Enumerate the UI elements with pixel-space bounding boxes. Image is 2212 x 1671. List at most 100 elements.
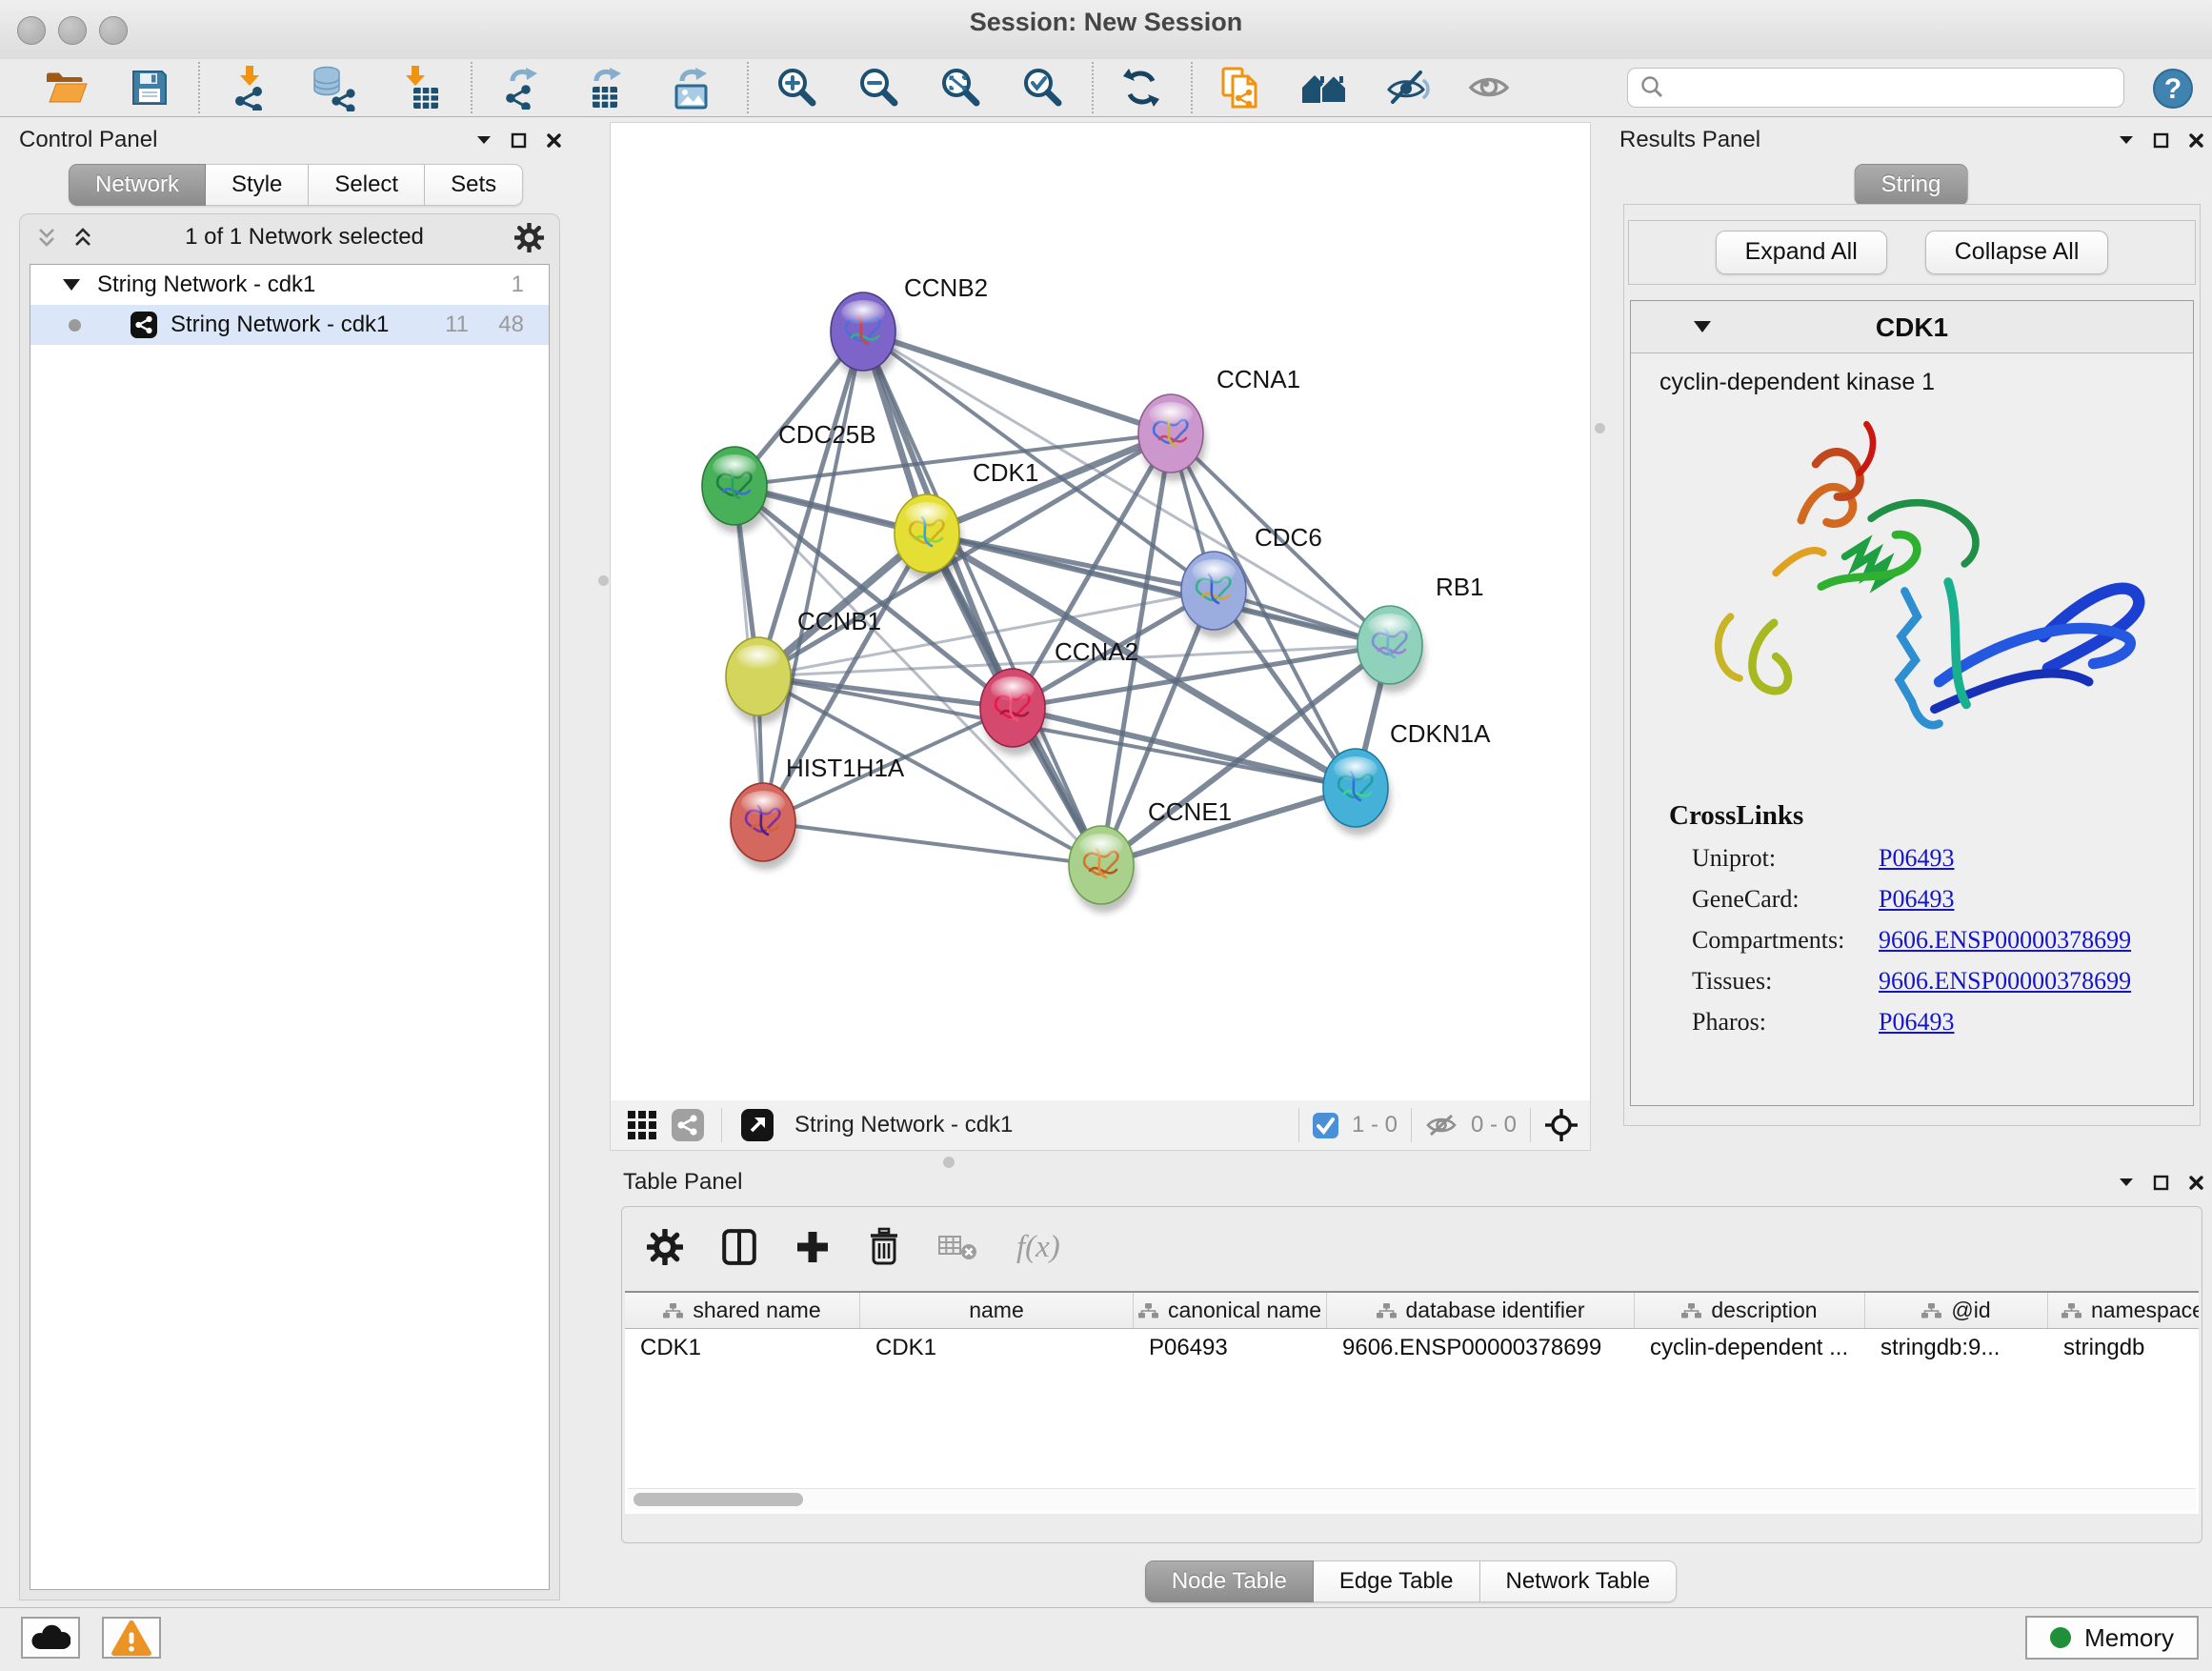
- panel-close-icon[interactable]: [2188, 132, 2204, 149]
- tab-network[interactable]: Network: [69, 164, 206, 206]
- zoom-selected-icon[interactable]: [1021, 67, 1063, 109]
- import-network-icon[interactable]: [229, 65, 271, 111]
- cell-database-identifier: 9606.ENSP00000378699: [1327, 1335, 1635, 1361]
- import-network-database-icon[interactable]: [311, 64, 356, 111]
- column-namespace-icon: [1921, 1303, 1941, 1319]
- toolbar-separator: [1191, 62, 1193, 113]
- node-label-hist1h1a: HIST1H1A: [786, 754, 905, 782]
- network-collection-row[interactable]: String Network - cdk1 1: [30, 265, 549, 305]
- panel-menu-icon[interactable]: [2119, 1178, 2134, 1187]
- selected-checkbox-icon[interactable]: [1313, 1113, 1338, 1138]
- function-builder-icon: f(x): [1016, 1230, 1060, 1265]
- column-header-canonical-name[interactable]: canonical name: [1134, 1293, 1327, 1328]
- network-row-selected[interactable]: String Network - cdk1 11 48: [30, 305, 549, 345]
- tab-network-table[interactable]: Network Table: [1480, 1560, 1678, 1602]
- cloud-status-button[interactable]: [21, 1617, 80, 1659]
- crosslink-row-uniprot: Uniprot: P06493: [1692, 844, 2193, 873]
- protein-card-header[interactable]: CDK1: [1631, 301, 2193, 353]
- table-settings-gear-icon[interactable]: [647, 1229, 683, 1265]
- tab-sets[interactable]: Sets: [425, 164, 523, 206]
- expand-all-button[interactable]: Expand All: [1716, 231, 1887, 274]
- table-row[interactable]: CDK1 CDK1 P06493 9606.ENSP00000378699 cy…: [625, 1329, 2199, 1367]
- panel-menu-icon[interactable]: [476, 135, 492, 145]
- network-graph[interactable]: CCNB2CCNA1CDC25BCDK1CDC6RB1CCNB1CCNA2CDK…: [611, 123, 1590, 1098]
- network-list: String Network - cdk1 1 String Network -…: [30, 264, 550, 1590]
- column-header-id[interactable]: @id: [1865, 1293, 2048, 1328]
- panel-float-icon[interactable]: [511, 132, 527, 149]
- scrollbar-thumb[interactable]: [633, 1493, 803, 1506]
- delete-column-trash-icon[interactable]: [868, 1227, 900, 1267]
- left-divider-handle[interactable]: [598, 575, 609, 586]
- expand-all-networks-icon[interactable]: [71, 228, 94, 248]
- network-edge-ccnb2-ccne1[interactable]: [863, 332, 1101, 865]
- horizontal-scrollbar[interactable]: [628, 1488, 2196, 1510]
- panel-float-icon[interactable]: [2153, 132, 2169, 149]
- panel-float-icon[interactable]: [2153, 1175, 2169, 1191]
- help-icon[interactable]: ?: [2151, 67, 2195, 111]
- network-edge-ccnb1-ccna2[interactable]: [758, 676, 1013, 708]
- first-neighbors-icon[interactable]: [1299, 69, 1349, 107]
- memory-button[interactable]: Memory: [2025, 1616, 2199, 1660]
- network-node-ccna2[interactable]: [980, 669, 1048, 755]
- network-canvas[interactable]: CCNB2CCNA1CDC25BCDK1CDC6RB1CCNB1CCNA2CDK…: [610, 122, 1591, 1101]
- search-field[interactable]: [1627, 68, 2124, 108]
- hidden-eye-slash-icon[interactable]: [1425, 1112, 1458, 1138]
- network-node-ccne1[interactable]: [1069, 826, 1136, 913]
- panel-menu-icon[interactable]: [2119, 135, 2134, 145]
- hide-graphics-details-icon[interactable]: [1385, 67, 1431, 109]
- column-header-description[interactable]: description: [1635, 1293, 1865, 1328]
- save-session-icon[interactable]: [130, 68, 170, 108]
- tab-string[interactable]: String: [1855, 164, 1968, 206]
- tab-select[interactable]: Select: [309, 164, 425, 206]
- tab-style[interactable]: Style: [206, 164, 309, 206]
- column-header-shared-name[interactable]: shared name: [625, 1293, 860, 1328]
- export-image-icon[interactable]: [671, 66, 714, 110]
- crosslink-link[interactable]: P06493: [1879, 1008, 1954, 1037]
- collection-expand-icon[interactable]: [63, 279, 80, 291]
- birds-eye-view-icon[interactable]: [1544, 1108, 1579, 1142]
- network-edge-ccnb2-rb1[interactable]: [863, 332, 1390, 645]
- network-node-ccnb2[interactable]: [831, 292, 898, 379]
- export-network-icon[interactable]: [501, 66, 545, 110]
- network-edge-ccnb2-ccna1[interactable]: [863, 332, 1171, 433]
- network-options-gear-icon[interactable]: [514, 223, 544, 252]
- grid-view-icon[interactable]: [628, 1111, 656, 1139]
- crosslink-link[interactable]: 9606.ENSP00000378699: [1879, 967, 2131, 996]
- crosslink-link[interactable]: P06493: [1879, 885, 1954, 914]
- tab-edge-table[interactable]: Edge Table: [1314, 1560, 1480, 1602]
- show-graphics-details-icon[interactable]: [1467, 69, 1511, 107]
- open-in-new-window-icon[interactable]: [741, 1109, 774, 1141]
- export-table-icon[interactable]: [585, 66, 629, 110]
- open-session-icon[interactable]: [44, 68, 90, 108]
- network-node-cdkn1a[interactable]: [1323, 749, 1391, 836]
- zoom-in-icon[interactable]: [775, 67, 817, 109]
- warnings-button[interactable]: [102, 1617, 161, 1659]
- duplicate-network-icon[interactable]: [1219, 65, 1263, 111]
- column-header-name[interactable]: name: [860, 1293, 1134, 1328]
- tab-node-table[interactable]: Node Table: [1145, 1560, 1314, 1602]
- column-header-database-identifier[interactable]: database identifier: [1327, 1293, 1635, 1328]
- network-node-hist1h1a[interactable]: [731, 783, 798, 870]
- collapse-all-networks-icon[interactable]: [35, 228, 58, 248]
- node-label-rb1: RB1: [1436, 573, 1484, 601]
- network-node-rb1[interactable]: [1357, 606, 1425, 693]
- zoom-fit-icon[interactable]: [939, 67, 981, 109]
- panel-close-icon[interactable]: [546, 132, 562, 149]
- column-header-namespace[interactable]: namespace: [2048, 1293, 2199, 1328]
- right-divider-handle[interactable]: [1595, 423, 1605, 433]
- search-input[interactable]: [1664, 73, 2112, 102]
- crosslink-link[interactable]: P06493: [1879, 844, 1954, 873]
- network-edge-hist1h1a-ccne1[interactable]: [763, 822, 1101, 865]
- refresh-view-icon[interactable]: [1120, 67, 1162, 109]
- import-table-icon[interactable]: [398, 65, 442, 111]
- zoom-out-icon[interactable]: [857, 67, 899, 109]
- show-columns-icon[interactable]: [721, 1228, 757, 1266]
- crosslink-link[interactable]: 9606.ENSP00000378699: [1879, 926, 2131, 955]
- network-node-cdc25b[interactable]: [702, 447, 770, 534]
- collapse-all-button[interactable]: Collapse All: [1925, 231, 2109, 274]
- crosslink-row-compartments: Compartments: 9606.ENSP00000378699: [1692, 926, 2193, 955]
- cloud-icon: [30, 1623, 70, 1652]
- add-column-icon[interactable]: [795, 1230, 830, 1264]
- panel-close-icon[interactable]: [2188, 1175, 2204, 1191]
- network-share-badge-icon[interactable]: [672, 1109, 704, 1141]
